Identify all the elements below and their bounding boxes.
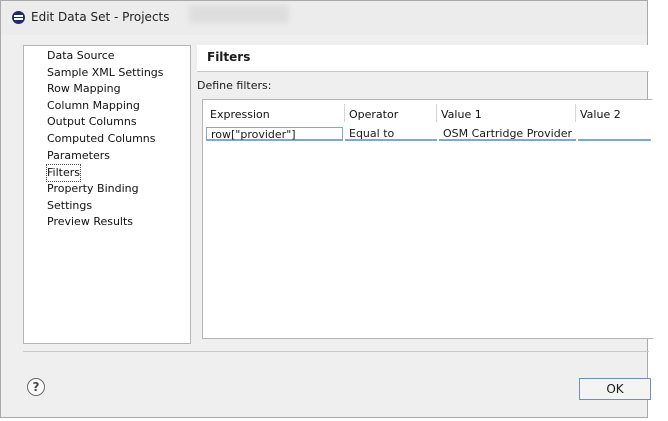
nav-item-column-mapping[interactable]: Column Mapping — [47, 98, 140, 114]
nav-item-settings[interactable]: Settings — [47, 198, 92, 214]
nav-item-computed-columns[interactable]: Computed Columns — [47, 131, 156, 147]
footer-divider — [23, 351, 649, 352]
nav-item-data-source[interactable]: Data Source — [47, 48, 115, 64]
page-title: Filters — [207, 50, 251, 64]
column-header-value-2[interactable]: Value 2 — [580, 108, 621, 121]
filters-table[interactable]: Expression Operator Value 1 Value 2 row[… — [202, 99, 668, 339]
column-divider[interactable] — [436, 104, 437, 122]
nav-item-preview-results[interactable]: Preview Results — [47, 214, 133, 230]
ok-button[interactable]: OK — [579, 378, 651, 400]
nav-item-property-binding[interactable]: Property Binding — [47, 181, 139, 197]
table-row[interactable]: row["provider"] Equal to OSM Cartridge P… — [206, 127, 668, 142]
background-window-ghost — [189, 5, 289, 23]
help-icon[interactable]: ? — [27, 378, 45, 396]
page-navigation-list: Data Source Sample XML Settings Row Mapp… — [23, 45, 191, 344]
cell-operator[interactable]: Equal to — [345, 127, 437, 141]
define-filters-label: Define filters: — [197, 79, 272, 92]
eclipse-icon — [12, 11, 25, 24]
title-bar[interactable]: Edit Data Set - Projects — [1, 1, 647, 35]
cell-expression[interactable]: row["provider"] — [206, 127, 343, 141]
nav-item-filters[interactable]: Filters — [46, 164, 81, 182]
nav-item-parameters[interactable]: Parameters — [47, 148, 110, 164]
nav-item-sample-xml-settings[interactable]: Sample XML Settings — [47, 65, 164, 81]
nav-item-output-columns[interactable]: Output Columns — [47, 114, 137, 130]
window-title: Edit Data Set - Projects — [31, 10, 170, 24]
cell-value-1[interactable]: OSM Cartridge Provider — [439, 127, 576, 141]
column-divider[interactable] — [344, 104, 345, 122]
column-header-operator[interactable]: Operator — [349, 108, 398, 121]
column-divider[interactable] — [575, 104, 576, 122]
nav-item-row-mapping[interactable]: Row Mapping — [47, 81, 121, 97]
dialog-window: Edit Data Set - Projects Data Source Sam… — [0, 0, 668, 418]
filters-page: Filters Define filters: Expression Opera… — [197, 45, 668, 344]
column-header-value-1[interactable]: Value 1 — [441, 108, 482, 121]
column-header-expression[interactable]: Expression — [210, 108, 270, 121]
page-header: Filters — [197, 45, 649, 72]
